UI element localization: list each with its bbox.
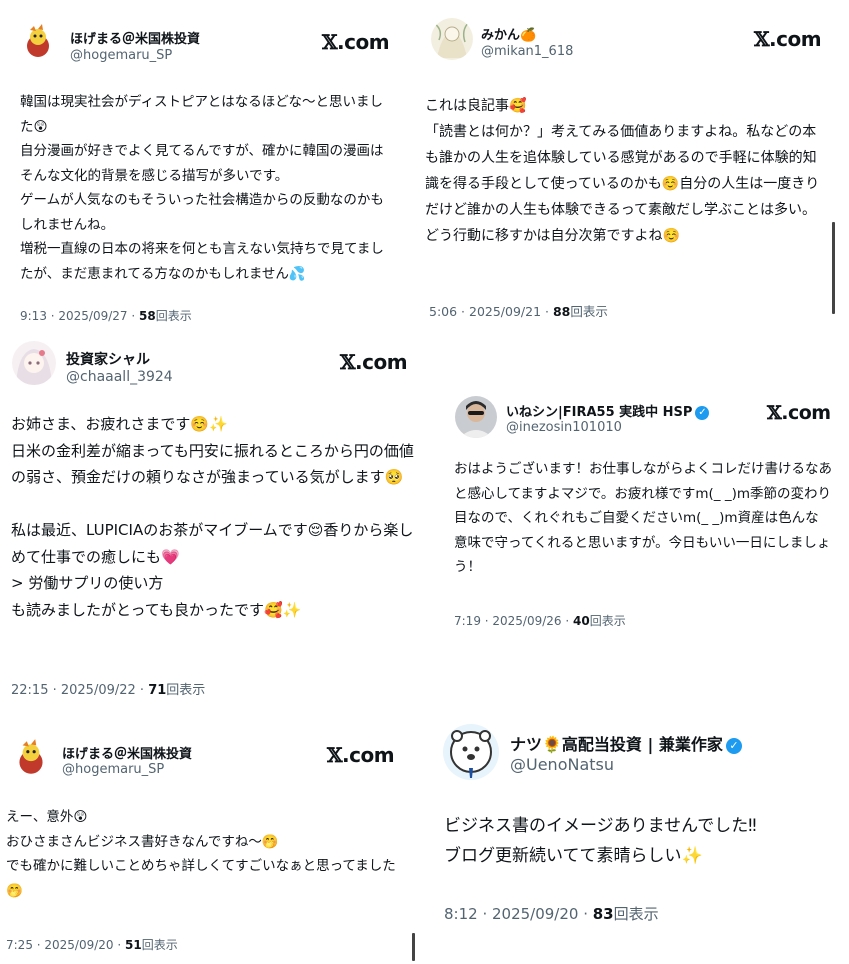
views-label: 回表示: [155, 309, 192, 323]
tweet-text: おはようございます！お仕事しながらよくコレだけ書けるなあと感心してますよマジで。…: [454, 461, 832, 575]
avatar[interactable]: [18, 22, 58, 62]
avatar[interactable]: [10, 737, 52, 779]
x-com-logo: 𝕏.com: [322, 30, 390, 54]
x-com-logo: 𝕏.com: [327, 743, 395, 767]
tweet-meta: 7:25 · 2025/09/20 · 51回表示: [6, 936, 178, 953]
tweet-text: お姉さま、お疲れさまです☺️✨ 日米の金利差が縮まっても円安に振れるところから円…: [11, 415, 414, 619]
scrollbar[interactable]: [412, 933, 415, 961]
x-icon: 𝕏: [340, 350, 356, 374]
tweet-meta: 8:12 · 2025/09/20 · 83回表示: [444, 903, 659, 924]
x-icon: 𝕏: [327, 743, 343, 767]
display-name-text: いねシン|FIRA55 実践中 HSP: [506, 405, 693, 420]
display-name[interactable]: みかん🍊: [481, 24, 536, 43]
tweet-text: 韓国は現実社会がディストピアとはなるほどな〜と思いました😲 自分漫画が好きでよく…: [20, 94, 384, 282]
view-count: 88: [552, 304, 571, 319]
view-count: 71: [148, 683, 167, 698]
user-handle[interactable]: @mikan1_618: [481, 44, 573, 59]
view-count: 58: [139, 309, 156, 323]
tweet-card[interactable]: ナツ🌻高配当投資 | 兼業作家 ✓ @UenoNatsu ビジネス書のイメージあり…: [430, 715, 849, 964]
verified-badge-icon: ✓: [695, 405, 710, 420]
avatar[interactable]: [443, 724, 499, 780]
tweet-card[interactable]: みかん🍊 @mikan1_618 𝕏.com これは良記事🥰 「読書とは何か？」…: [421, 0, 849, 330]
avatar[interactable]: [431, 18, 473, 60]
avatar[interactable]: [455, 396, 497, 438]
bird-avatar-icon: [18, 22, 58, 62]
tweet-card[interactable]: 投資家シャル @chaaall_3924 𝕏.com お姉さま、お疲れさまです☺…: [0, 333, 420, 711]
views-label: 回表示: [589, 614, 626, 628]
user-handle[interactable]: @UenoNatsu: [510, 755, 614, 774]
view-count: 40: [573, 614, 590, 628]
user-handle[interactable]: @hogemaru_SP: [70, 48, 172, 63]
timestamp[interactable]: 7:25 · 2025/09/20 ·: [6, 938, 125, 952]
user-handle[interactable]: @chaaall_3924: [66, 369, 173, 385]
person-avatar-icon: [455, 396, 497, 438]
views-label: 回表示: [570, 304, 608, 319]
x-icon: 𝕏: [767, 402, 782, 424]
tweet-card[interactable]: いねシン|FIRA55 実践中 HSP ✓ @inezosin101010 𝕏.c…: [440, 385, 849, 645]
polar-bear-avatar-icon: [443, 724, 499, 780]
view-count: 83: [592, 905, 614, 923]
user-handle[interactable]: @inezosin101010: [506, 420, 622, 435]
x-com-logo: 𝕏.com: [754, 27, 822, 51]
scrollbar[interactable]: [832, 222, 835, 314]
avatar[interactable]: [12, 341, 56, 385]
display-name-text: ナツ🌻高配当投資 | 兼業作家: [510, 735, 723, 754]
views-label: 回表示: [166, 683, 206, 698]
timestamp[interactable]: 8:12 · 2025/09/20 ·: [444, 905, 593, 923]
view-count: 51: [125, 938, 142, 952]
timestamp[interactable]: 5:06 · 2025/09/21 ·: [429, 304, 553, 319]
timestamp[interactable]: 7:19 · 2025/09/26 ·: [454, 614, 573, 628]
views-label: 回表示: [613, 905, 659, 923]
tweet-text: えー、意外😲 おひさまさんビジネス書好きなんですね〜🤭 でも確かに難しいことめち…: [6, 809, 396, 899]
tweet-meta: 9:13 · 2025/09/27 · 58回表示: [20, 307, 192, 324]
timestamp[interactable]: 22:15 · 2025/09/22 ·: [11, 683, 148, 698]
display-name[interactable]: 投資家シャル: [66, 349, 150, 369]
tweet-text: ビジネス書のイメージありませんでした‼︎ ブログ更新続いてて素晴らしい✨: [444, 816, 757, 866]
x-com-logo: 𝕏.com: [340, 350, 408, 374]
tweet-card[interactable]: ほげまる＠米国株投資 @hogemaru_SP 𝕏.com えー、意外😲 おひさ…: [0, 725, 420, 964]
display-name[interactable]: ほげまる＠米国株投資: [70, 28, 200, 47]
anime-girl-avatar-icon: [12, 341, 56, 385]
timestamp[interactable]: 9:13 · 2025/09/27 ·: [20, 309, 139, 323]
display-name[interactable]: ナツ🌻高配当投資 | 兼業作家 ✓: [510, 731, 742, 755]
x-icon: 𝕏: [322, 30, 338, 54]
tweet-text: これは良記事🥰 「読書とは何か？」考えてみる価値ありますよね。私などの本も誰かの…: [425, 98, 820, 244]
tweet-card[interactable]: ほげまる＠米国株投資 @hogemaru_SP 𝕏.com 韓国は現実社会がディ…: [0, 0, 420, 330]
tweet-meta: 5:06 · 2025/09/21 · 88回表示: [429, 301, 608, 320]
tweet-meta: 7:19 · 2025/09/26 · 40回表示: [454, 612, 626, 629]
x-icon: 𝕏: [754, 27, 770, 51]
display-name[interactable]: ほげまる＠米国株投資: [62, 743, 192, 762]
user-handle[interactable]: @hogemaru_SP: [62, 762, 164, 777]
views-label: 回表示: [141, 938, 178, 952]
bird-avatar-icon: [10, 737, 52, 779]
verified-badge-icon: ✓: [725, 737, 742, 754]
x-com-logo: 𝕏.com: [767, 402, 831, 424]
tweet-meta: 22:15 · 2025/09/22 · 71回表示: [11, 679, 205, 698]
display-name[interactable]: いねシン|FIRA55 実践中 HSP ✓: [506, 401, 710, 420]
illustration-avatar-icon: [431, 18, 473, 60]
